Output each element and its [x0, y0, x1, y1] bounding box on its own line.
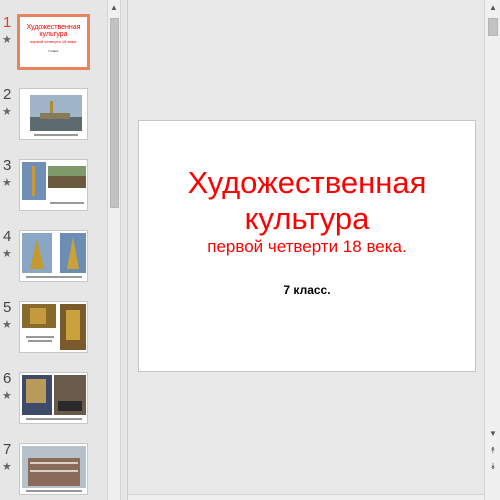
animation-star-icon: ★: [2, 390, 12, 402]
main-vertical-scrollbar[interactable]: ▲ ▼ ⯭ ⯯: [484, 0, 500, 500]
photo-image: [20, 89, 87, 139]
animation-star-icon: ★: [2, 106, 12, 118]
thumbnail-row-3[interactable]: 3 ★: [0, 157, 108, 223]
slide-number: 5: [3, 299, 12, 316]
thumbnail-row-2[interactable]: 2 ★: [0, 86, 108, 152]
scroll-up-arrow-icon[interactable]: ▲: [108, 2, 120, 14]
title-line-2: культура: [244, 201, 370, 236]
scrollbar-thumb[interactable]: [110, 18, 119, 208]
photo-image: [20, 302, 87, 352]
slide-class-label[interactable]: 7 класс.: [139, 283, 475, 297]
thumbnail-scrollbar[interactable]: ▲: [107, 0, 121, 500]
slide-thumbnail-2[interactable]: [19, 88, 88, 140]
slide-subtitle[interactable]: первой четверти 18 века.: [139, 237, 475, 257]
thumbnail-row-1[interactable]: 1 ★ Художественная культура первой четве…: [0, 14, 108, 80]
title-line-1: Художественная: [187, 165, 427, 200]
slide-thumbnail-3[interactable]: [19, 159, 88, 211]
photo-image: [20, 231, 87, 281]
thumbnail-row-7[interactable]: 7 ★: [0, 441, 108, 500]
animation-star-icon: ★: [2, 461, 12, 473]
powerpoint-editor: 1 ★ Художественная культура первой четве…: [0, 0, 500, 500]
thumbnail-row-6[interactable]: 6 ★: [0, 370, 108, 436]
thumbnail-class: 7 класс.: [47, 49, 60, 53]
slide-thumbnail-pane: 1 ★ Художественная культура первой четве…: [0, 0, 108, 500]
scroll-down-arrow-icon[interactable]: ▼: [487, 428, 499, 440]
scrollbar-thumb[interactable]: [488, 18, 498, 36]
scroll-up-arrow-icon[interactable]: ▲: [487, 2, 499, 14]
slide-thumbnail-4[interactable]: [19, 230, 88, 282]
animation-star-icon: ★: [2, 248, 12, 260]
thumbnail-title: Художественная культура: [26, 24, 81, 38]
slide-number: 3: [3, 157, 12, 174]
thumbnail-row-5[interactable]: 5 ★: [0, 299, 108, 365]
slide-thumbnail-7[interactable]: [19, 443, 88, 495]
slide-editing-area: Художественная культура первой четверти …: [128, 0, 484, 494]
slide-thumbnail-1[interactable]: Художественная культура первой четверти …: [17, 14, 90, 70]
slide-number: 7: [3, 441, 12, 458]
current-slide[interactable]: Художественная культура первой четверти …: [138, 120, 476, 372]
slide-thumbnail-5[interactable]: [19, 301, 88, 353]
pane-splitter[interactable]: [121, 0, 128, 500]
photo-image: [20, 373, 87, 423]
horizontal-scrollbar[interactable]: [128, 494, 484, 500]
slide-number: 1: [3, 14, 12, 31]
photo-image: [20, 444, 87, 494]
animation-star-icon: ★: [2, 319, 12, 331]
photo-image: [20, 160, 87, 210]
thumbnail-subtitle: первой четверти 18 века.: [30, 39, 77, 44]
thumbnail-row-4[interactable]: 4 ★: [0, 228, 108, 294]
next-slide-icon[interactable]: ⯯: [487, 460, 499, 472]
animation-star-icon: ★: [2, 177, 12, 189]
animation-star-icon: ★: [2, 34, 12, 46]
slide-title[interactable]: Художественная культура: [139, 165, 475, 237]
slide-number: 2: [3, 86, 12, 103]
slide-thumbnail-6[interactable]: [19, 372, 88, 424]
slide-number: 6: [3, 370, 12, 387]
slide-number: 4: [3, 228, 12, 245]
previous-slide-icon[interactable]: ⯭: [487, 444, 499, 456]
